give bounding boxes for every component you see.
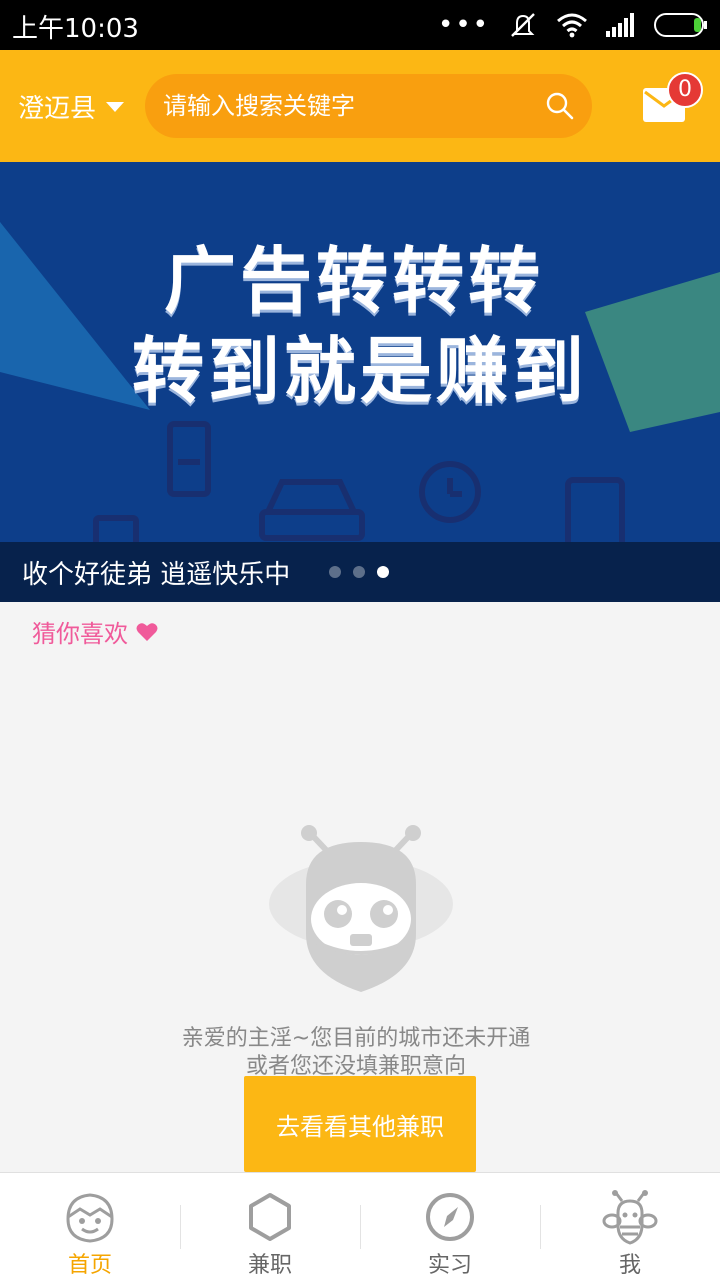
nav-divider — [540, 1205, 541, 1249]
battery-icon — [654, 13, 707, 37]
compass-icon — [426, 1193, 474, 1241]
carousel-dot[interactable] — [353, 566, 365, 578]
carousel-dot-active[interactable] — [377, 566, 389, 578]
status-icons: ••• — [438, 10, 708, 40]
tab-me-label: 我 — [618, 1253, 641, 1278]
banner-headline-line2: 转到就是赚到 — [131, 329, 588, 413]
wifi-icon — [557, 13, 587, 38]
guess-you-like-header: 猜你喜欢 — [32, 614, 158, 649]
bee-mascot-illustration — [269, 825, 453, 992]
nav-divider — [360, 1205, 361, 1249]
more-dots-icon: ••• — [437, 10, 490, 40]
tab-internship-label: 实习 — [427, 1253, 472, 1278]
tab-home[interactable]: 首页 — [0, 1173, 180, 1280]
heart-icon — [136, 622, 158, 641]
carousel-dot[interactable] — [329, 566, 341, 578]
status-time: 上午10:03 — [12, 14, 139, 44]
guess-you-like-label: 猜你喜欢 — [32, 620, 128, 648]
search-input[interactable] — [163, 74, 543, 138]
tab-internship[interactable]: 实习 — [360, 1173, 540, 1280]
browse-other-jobs-button[interactable]: 去看看其他兼职 — [244, 1076, 476, 1172]
city-selector[interactable]: 澄迈县 — [18, 88, 125, 125]
bee-icon — [602, 1190, 658, 1245]
signal-icon — [606, 13, 634, 37]
banner-caption-bar: 收个好徒弟 逍遥快乐中 — [0, 542, 720, 602]
header: 澄迈县 0 — [0, 50, 720, 162]
tab-part-time-label: 兼职 — [247, 1253, 292, 1278]
mute-icon — [511, 13, 535, 37]
nav-divider — [180, 1205, 181, 1249]
banner-caption: 收个好徒弟 逍遥快乐中 — [22, 560, 291, 590]
message-count-badge: 0 — [667, 72, 703, 108]
tab-home-label: 首页 — [67, 1253, 112, 1278]
hexagon-icon — [249, 1193, 291, 1241]
search-icon[interactable] — [546, 92, 574, 120]
city-label: 澄迈县 — [18, 94, 97, 124]
search-box[interactable] — [145, 74, 592, 138]
status-bar: 上午10:03 ••• — [0, 0, 720, 50]
tab-me[interactable]: 我 — [540, 1173, 720, 1280]
bottom-nav: 首页 兼职 实习 我 — [0, 1172, 720, 1280]
tab-part-time[interactable]: 兼职 — [180, 1173, 360, 1280]
home-icon — [66, 1193, 114, 1243]
carousel-dots — [329, 566, 389, 578]
ad-banner[interactable]: 广告转转转 转到就是赚到 收个好徒弟 逍遥快乐中 — [0, 162, 720, 602]
caret-down-icon — [106, 101, 125, 112]
